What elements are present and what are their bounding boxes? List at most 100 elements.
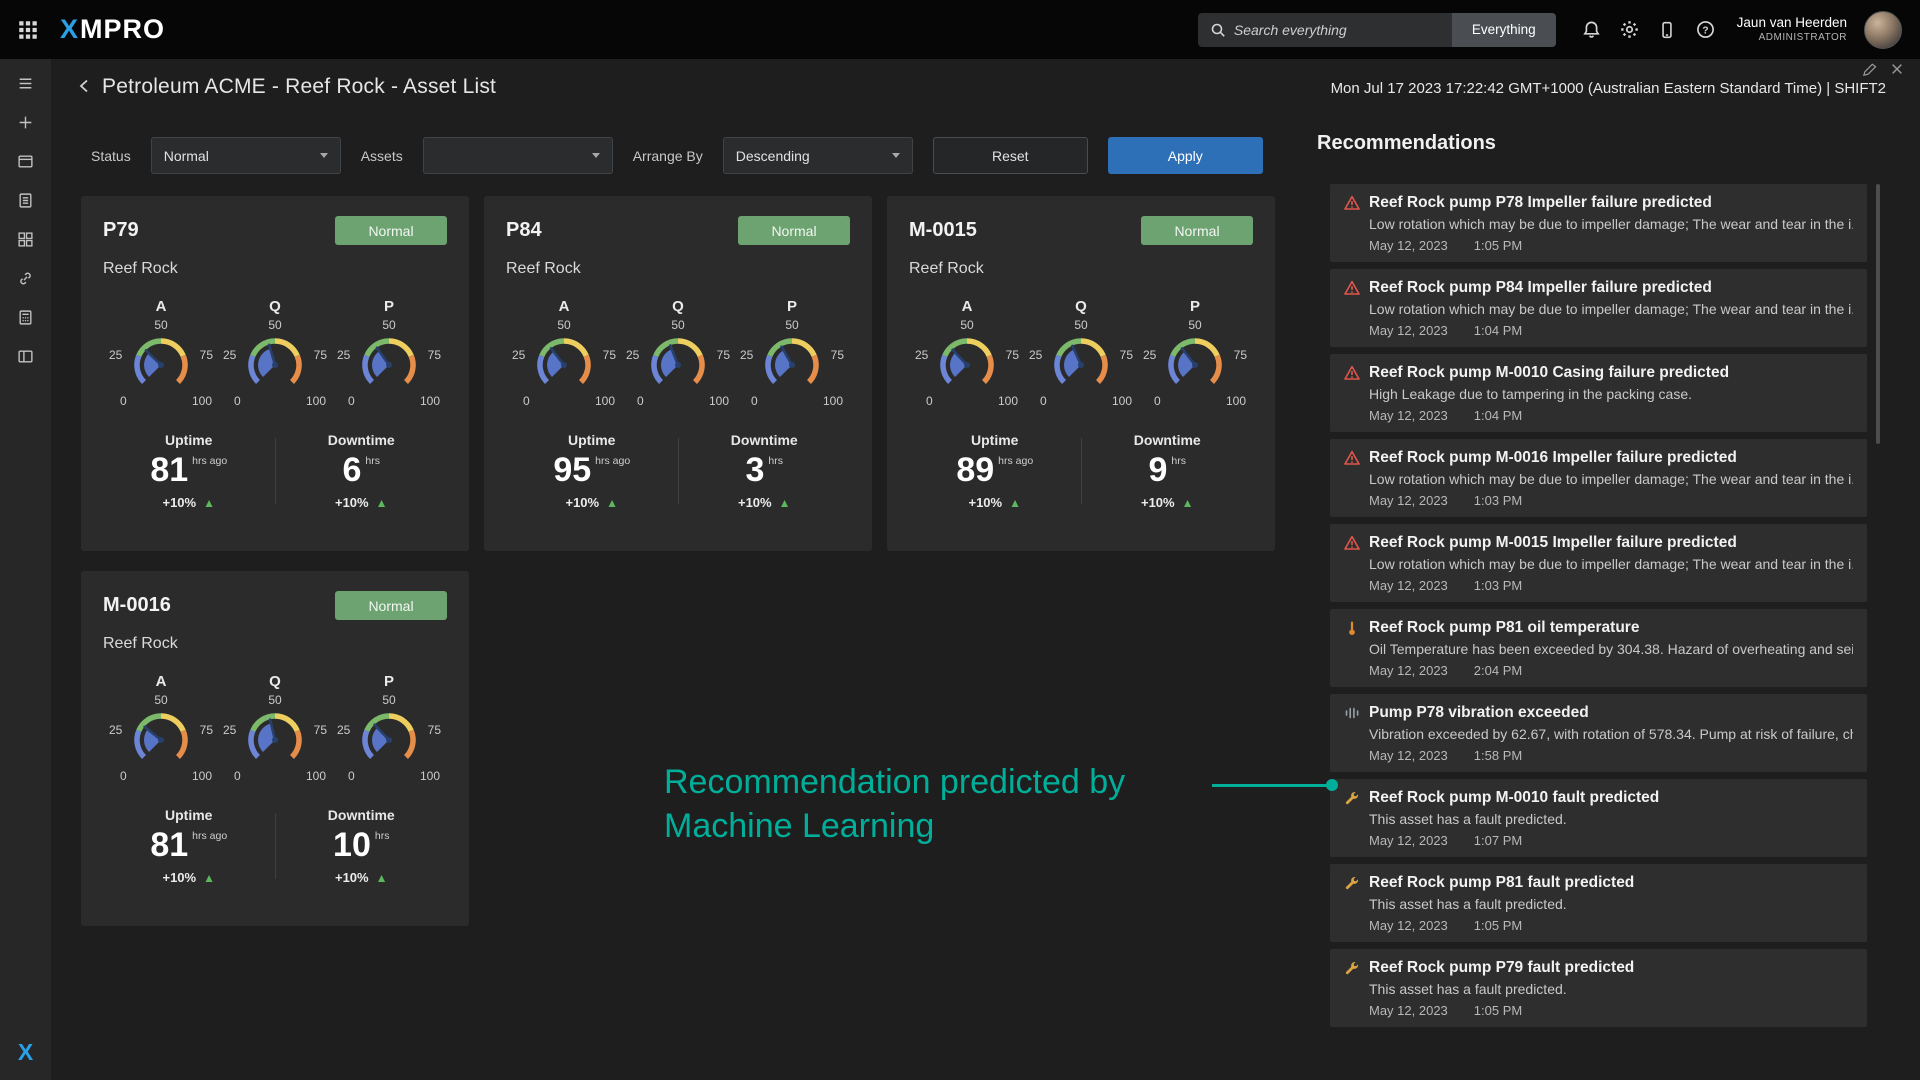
recommendation-card[interactable]: Reef Rock pump M-0015 Impeller failure p… — [1330, 524, 1867, 602]
gauge-q: Q5025750100 — [1027, 298, 1135, 410]
kpi-delta: +10% — [162, 870, 196, 885]
recommendation-description: This asset has a fault predicted. — [1369, 981, 1853, 997]
gauge-label: P — [335, 673, 443, 690]
asset-status-badge: Normal — [738, 216, 850, 245]
recommendation-card[interactable]: Reef Rock pump P78 Impeller failure pred… — [1330, 184, 1867, 262]
sidebar-list-icon[interactable] — [8, 184, 44, 216]
gauge-tick: 25 — [626, 348, 639, 362]
kpi-row: Uptime 81hrs ago +10%▲ Downtime 10hrs +1… — [103, 807, 447, 885]
gauge-tick: 25 — [512, 348, 525, 362]
gauge-tick: 25 — [1143, 348, 1156, 362]
gauge-tick: 0 — [926, 394, 933, 408]
recommendation-card[interactable]: Reef Rock pump M-0016 Impeller failure p… — [1330, 439, 1867, 517]
kpi-unit: hrs — [1171, 455, 1186, 467]
kpi-unit: hrs ago — [192, 455, 227, 467]
asset-card: P79 Normal Reef Rock A5025750100Q5025750… — [81, 196, 469, 551]
gauge-tick: 25 — [109, 723, 122, 737]
downtime-kpi: Downtime 9hrs +10%▲ — [1082, 432, 1254, 510]
recommendation-card[interactable]: Reef Rock pump P84 Impeller failure pred… — [1330, 269, 1867, 347]
search-input[interactable] — [1234, 22, 1452, 38]
gauge-tick: 75 — [717, 348, 730, 362]
gauge-tick: 25 — [109, 348, 122, 362]
sidebar-menu-icon[interactable] — [8, 67, 44, 99]
kpi-value: 10 — [333, 826, 371, 864]
sidebar-plus-icon[interactable] — [8, 106, 44, 138]
up-triangle-icon: ▲ — [203, 871, 215, 885]
warning-icon — [1344, 450, 1360, 466]
chevron-down-icon — [320, 153, 328, 158]
recommendations-scrollbar[interactable] — [1876, 184, 1880, 444]
sidebar-blocks-icon[interactable] — [8, 223, 44, 255]
gauge-a: A5025750100 — [107, 673, 215, 785]
search-scope-button[interactable]: Everything — [1452, 13, 1556, 47]
user-avatar[interactable] — [1864, 11, 1902, 49]
recommendation-date: May 12, 2023 — [1369, 833, 1448, 848]
sidebar-panel-icon[interactable] — [8, 340, 44, 372]
gauge-q: Q5025750100 — [221, 673, 329, 785]
recommendation-card[interactable]: Reef Rock pump P81 fault predicted This … — [1330, 864, 1867, 942]
sidebar-link-icon[interactable] — [8, 262, 44, 294]
kpi-delta: +10% — [565, 495, 599, 510]
recommendation-date: May 12, 2023 — [1369, 918, 1448, 933]
arrange-by-dropdown[interactable]: Descending — [723, 137, 913, 174]
gauge-dial — [756, 333, 828, 391]
gauge-tick: 50 — [221, 318, 329, 332]
recommendation-card[interactable]: Reef Rock pump M-0010 fault predicted Th… — [1330, 779, 1867, 857]
annotation-connector-line — [1212, 784, 1328, 787]
mobile-device-icon[interactable] — [1657, 19, 1678, 40]
back-button[interactable] — [77, 78, 93, 94]
apply-button[interactable]: Apply — [1108, 137, 1263, 174]
kpi-label: Downtime — [1082, 432, 1254, 448]
up-triangle-icon: ▲ — [1009, 496, 1021, 510]
gauge-tick: 75 — [1234, 348, 1247, 362]
recommendation-card[interactable]: Reef Rock pump P79 fault predicted This … — [1330, 949, 1867, 1027]
recommendation-card[interactable]: Reef Rock pump P81 oil temperature Oil T… — [1330, 609, 1867, 687]
gauge-label: Q — [624, 298, 732, 315]
notifications-bell-icon[interactable] — [1581, 19, 1602, 40]
gauge-tick: 100 — [192, 769, 212, 783]
kpi-value: 89 — [956, 451, 994, 489]
gauge-tick: 0 — [348, 769, 355, 783]
recommendation-description: Vibration exceeded by 62.67, with rotati… — [1369, 726, 1853, 742]
settings-gear-icon[interactable] — [1619, 19, 1640, 40]
assets-dropdown[interactable] — [423, 137, 613, 174]
apps-grid-icon[interactable] — [18, 19, 40, 41]
gauge-a: A5025750100 — [107, 298, 215, 410]
asset-location: Reef Rock — [506, 260, 850, 278]
recommendation-time: 2:04 PM — [1474, 663, 1522, 678]
sidebar-window-icon[interactable] — [8, 145, 44, 177]
gauge-tick: 50 — [335, 693, 443, 707]
recommendation-date: May 12, 2023 — [1369, 408, 1448, 423]
status-dropdown[interactable]: Normal — [151, 137, 341, 174]
recommendations-panel: Recommendations Reef Rock pump P78 Impel… — [1317, 132, 1869, 1034]
asset-card: M-0016 Normal Reef Rock A5025750100Q5025… — [81, 571, 469, 926]
kpi-unit: hrs — [768, 455, 783, 467]
recommendation-card[interactable]: Reef Rock pump M-0010 Casing failure pre… — [1330, 354, 1867, 432]
recommendation-description: Low rotation which may be due to impelle… — [1369, 216, 1853, 232]
recommendation-card[interactable]: Pump P78 vibration exceeded Vibration ex… — [1330, 694, 1867, 772]
reset-button[interactable]: Reset — [933, 137, 1088, 174]
recommendations-title: Recommendations — [1317, 132, 1869, 155]
kpi-unit: hrs — [375, 830, 390, 842]
close-icon[interactable] — [1890, 62, 1904, 76]
gauge-tick: 50 — [221, 693, 329, 707]
kpi-label: Downtime — [276, 807, 448, 823]
recommendation-time: 1:03 PM — [1474, 578, 1522, 593]
status-filter-label: Status — [91, 148, 131, 164]
assets-filter-label: Assets — [361, 148, 403, 164]
recommendation-time: 1:05 PM — [1474, 918, 1522, 933]
sidebar-calc-icon[interactable] — [8, 301, 44, 333]
gauge-tick: 0 — [234, 769, 241, 783]
up-triangle-icon: ▲ — [376, 871, 388, 885]
recommendation-title: Reef Rock pump P79 fault predicted — [1369, 959, 1634, 977]
kpi-delta: +10% — [968, 495, 1002, 510]
help-icon[interactable]: ? — [1695, 19, 1716, 40]
edit-pencil-icon[interactable] — [1862, 62, 1877, 77]
recommendation-time: 1:05 PM — [1474, 238, 1522, 253]
gauge-dial — [125, 333, 197, 391]
gauge-label: Q — [1027, 298, 1135, 315]
asset-name: M-0016 — [103, 594, 171, 617]
recommendation-title: Pump P78 vibration exceeded — [1369, 704, 1589, 722]
kpi-delta: +10% — [1141, 495, 1175, 510]
uptime-kpi: Uptime 81hrs ago +10%▲ — [103, 807, 275, 885]
